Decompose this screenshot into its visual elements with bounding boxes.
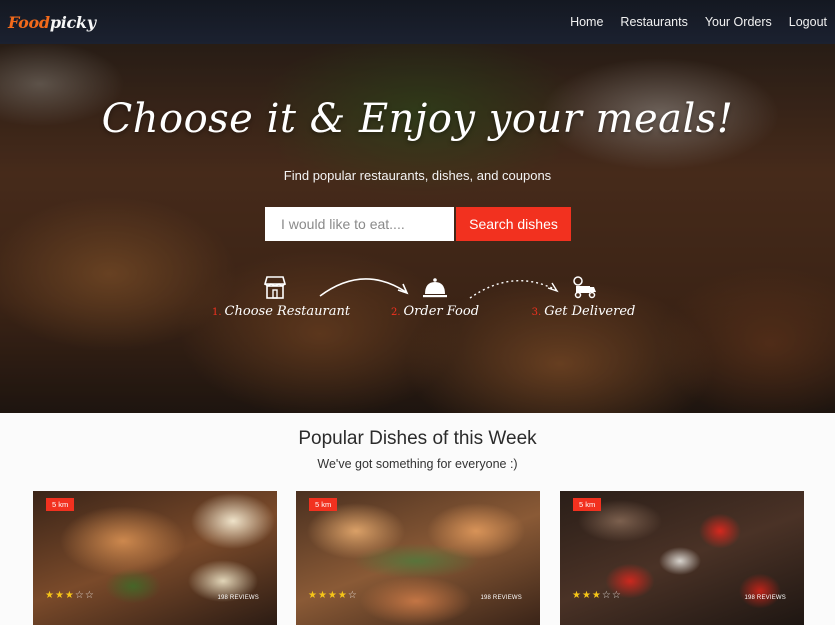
brand-logo-part1: Food (8, 12, 50, 32)
star-icon: ★★★ (45, 590, 75, 601)
dish-card[interactable]: 5 km ★★★☆☆ 198 REVIEWS (33, 491, 277, 625)
distance-badge: 5 km (309, 498, 338, 511)
section-title: Popular Dishes of this Week (298, 428, 537, 449)
star-rating: ★★★★☆ (308, 590, 358, 601)
search-dishes-button[interactable]: Search dishes (456, 207, 571, 241)
distance-badge: 5 km (46, 498, 75, 511)
star-empty-icon: ☆☆ (74, 590, 95, 601)
star-icon: ★★★ (572, 590, 602, 601)
popular-dishes-section: Popular Dishes of this Week We've got so… (0, 413, 835, 625)
search-bar: Search dishes (265, 207, 571, 241)
step-label: Choose Restaurant (224, 304, 351, 319)
dish-card[interactable]: 5 km ★★★★☆ 198 REVIEWS (296, 491, 540, 625)
hero-headline: Choose it & Enjoy your meals! (101, 96, 734, 142)
star-empty-icon: ☆ (347, 590, 358, 601)
review-count: 198 REVIEWS (480, 595, 522, 601)
step-number: 2. (390, 307, 401, 318)
step-label: Order Food (403, 304, 480, 319)
nav-link-home[interactable]: Home (570, 15, 603, 29)
navbar: Foodpicky Home Restaurants Your Orders L… (0, 0, 835, 44)
how-it-works-steps: 1. Choose Restaurant 2. Order Food 3. Ge… (0, 274, 835, 334)
star-icon: ★★★★ (308, 590, 348, 601)
review-count: 198 REVIEWS (744, 595, 786, 601)
star-rating: ★★★☆☆ (45, 590, 95, 601)
step-get-delivered: 3. Get Delivered (526, 274, 641, 319)
cloche-icon (423, 278, 447, 298)
star-rating: ★★★☆☆ (572, 590, 622, 601)
nav-link-logout[interactable]: Logout (789, 15, 827, 29)
hero-banner: Choose it & Enjoy your meals! Find popul… (0, 44, 835, 413)
section-subtitle: We've got something for everyone :) (317, 457, 518, 471)
hero-subline: Find popular restaurants, dishes, and co… (283, 168, 552, 183)
star-empty-icon: ☆☆ (601, 590, 622, 601)
dish-card[interactable]: 5 km ★★★☆☆ 198 REVIEWS (560, 491, 804, 625)
step-number: 3. (531, 307, 542, 318)
distance-badge: 5 km (573, 498, 602, 511)
step-label: Get Delivered (544, 304, 636, 319)
store-icon (263, 276, 286, 299)
nav-link-restaurants[interactable]: Restaurants (620, 15, 687, 29)
review-count: 198 REVIEWS (217, 595, 259, 601)
nav-menu: Home Restaurants Your Orders Logout (553, 15, 827, 29)
nav-link-your-orders[interactable]: Your Orders (705, 15, 772, 29)
dish-search-input[interactable] (265, 207, 454, 241)
step-number: 1. (212, 307, 222, 318)
brand-logo-part2: picky (49, 12, 96, 32)
brand-logo[interactable]: Foodpicky (8, 13, 96, 32)
delivery-scooter-icon (572, 276, 596, 299)
